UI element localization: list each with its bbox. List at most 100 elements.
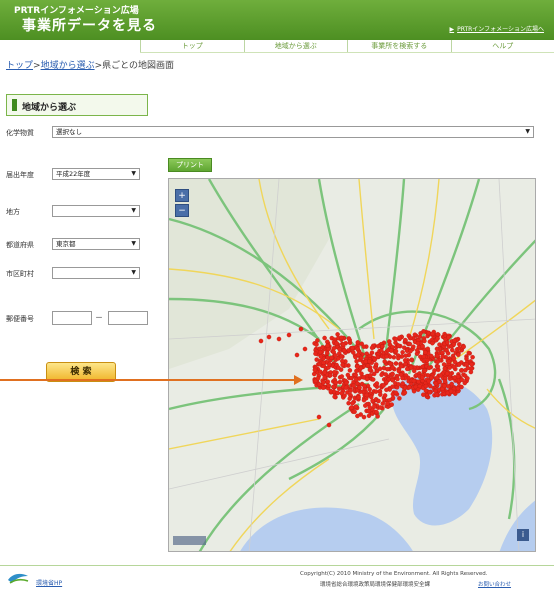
- facility-marker[interactable]: [311, 371, 317, 377]
- ministry-logo-icon[interactable]: [6, 570, 30, 586]
- facility-marker[interactable]: [382, 359, 387, 364]
- facility-marker[interactable]: [315, 376, 321, 381]
- facility-marker[interactable]: [340, 342, 346, 347]
- facility-marker[interactable]: [456, 352, 461, 358]
- facility-marker[interactable]: [415, 340, 421, 346]
- facility-marker[interactable]: [266, 334, 272, 340]
- facility-marker[interactable]: [459, 377, 465, 383]
- facility-marker[interactable]: [384, 379, 389, 385]
- facility-marker[interactable]: [408, 365, 414, 370]
- facility-marker[interactable]: [411, 368, 417, 374]
- facility-marker[interactable]: [351, 383, 356, 388]
- city-select[interactable]: ▼: [52, 267, 140, 279]
- facility-marker[interactable]: [276, 336, 282, 342]
- facility-marker[interactable]: [327, 362, 332, 367]
- facility-marker[interactable]: [433, 381, 439, 386]
- facility-marker[interactable]: [412, 332, 418, 337]
- facility-marker[interactable]: [320, 345, 325, 350]
- contact-link[interactable]: お問い合わせ: [478, 580, 511, 588]
- facility-marker[interactable]: [340, 362, 345, 368]
- facility-marker[interactable]: [375, 414, 380, 419]
- facility-marker[interactable]: [321, 360, 326, 366]
- facility-marker[interactable]: [322, 370, 327, 375]
- facility-marker[interactable]: [359, 355, 364, 361]
- facility-marker[interactable]: [326, 383, 331, 388]
- facility-marker[interactable]: [396, 355, 401, 361]
- facility-marker[interactable]: [373, 389, 379, 394]
- facility-marker[interactable]: [389, 348, 394, 353]
- facility-marker[interactable]: [421, 354, 427, 359]
- facility-marker[interactable]: [369, 350, 375, 355]
- facility-marker[interactable]: [465, 376, 470, 381]
- facility-marker[interactable]: [430, 340, 435, 346]
- facility-marker[interactable]: [415, 387, 421, 392]
- facility-marker[interactable]: [402, 358, 408, 363]
- facility-marker[interactable]: [316, 414, 322, 420]
- facility-marker[interactable]: [366, 408, 372, 414]
- facility-marker[interactable]: [320, 385, 326, 390]
- ministry-homepage-link[interactable]: 環境省HP: [36, 578, 62, 587]
- facility-marker[interactable]: [403, 337, 408, 343]
- facility-marker[interactable]: [356, 395, 361, 400]
- facility-marker[interactable]: [426, 378, 431, 384]
- facility-marker[interactable]: [422, 368, 428, 373]
- facility-marker[interactable]: [367, 367, 373, 373]
- facility-marker[interactable]: [346, 336, 352, 341]
- facility-marker[interactable]: [390, 395, 396, 401]
- facility-marker[interactable]: [337, 346, 342, 352]
- facility-marker[interactable]: [384, 354, 390, 359]
- map-canvas[interactable]: [169, 179, 536, 552]
- facility-marker[interactable]: [407, 385, 412, 390]
- facility-marker[interactable]: [355, 413, 360, 419]
- facility-marker[interactable]: [354, 368, 359, 374]
- facility-marker[interactable]: [355, 346, 360, 352]
- facility-marker[interactable]: [321, 380, 326, 385]
- zoom-in-button[interactable]: +: [175, 189, 189, 202]
- facility-marker[interactable]: [369, 345, 375, 351]
- facility-marker[interactable]: [348, 388, 353, 393]
- facility-marker[interactable]: [342, 393, 347, 398]
- facility-marker[interactable]: [332, 394, 337, 400]
- facility-marker[interactable]: [432, 368, 437, 373]
- facility-marker[interactable]: [361, 375, 366, 380]
- facility-marker[interactable]: [384, 387, 389, 393]
- facility-marker[interactable]: [400, 381, 405, 386]
- facility-marker[interactable]: [357, 385, 362, 390]
- facility-marker[interactable]: [350, 400, 355, 406]
- facility-marker[interactable]: [434, 392, 440, 398]
- facility-marker[interactable]: [416, 379, 421, 385]
- facility-marker[interactable]: [350, 345, 355, 351]
- facility-marker[interactable]: [422, 338, 427, 344]
- facility-marker[interactable]: [435, 364, 441, 369]
- facility-marker[interactable]: [438, 373, 443, 378]
- facility-marker[interactable]: [409, 357, 414, 362]
- facility-marker[interactable]: [340, 358, 345, 364]
- facility-marker[interactable]: [298, 326, 304, 332]
- facility-marker[interactable]: [447, 365, 452, 370]
- facility-marker[interactable]: [367, 405, 373, 410]
- facility-marker[interactable]: [387, 339, 392, 344]
- facility-marker[interactable]: [332, 369, 337, 375]
- facility-marker[interactable]: [420, 375, 425, 380]
- facility-marker[interactable]: [468, 369, 474, 375]
- facility-marker[interactable]: [411, 344, 416, 349]
- facility-marker[interactable]: [379, 348, 384, 353]
- facility-marker[interactable]: [355, 340, 361, 345]
- facility-marker[interactable]: [313, 351, 318, 356]
- facility-marker[interactable]: [400, 350, 405, 355]
- facility-marker[interactable]: [339, 354, 344, 359]
- facility-marker[interactable]: [347, 396, 352, 401]
- facility-marker[interactable]: [427, 390, 433, 395]
- facility-marker[interactable]: [424, 358, 430, 363]
- facility-marker[interactable]: [375, 354, 380, 360]
- facility-marker[interactable]: [314, 357, 319, 362]
- facility-marker[interactable]: [343, 385, 349, 390]
- facility-marker[interactable]: [333, 380, 339, 385]
- facility-marker[interactable]: [368, 394, 374, 400]
- facility-marker[interactable]: [324, 350, 330, 356]
- facility-marker[interactable]: [440, 354, 445, 359]
- facility-marker[interactable]: [370, 377, 376, 382]
- facility-marker[interactable]: [389, 402, 394, 407]
- facility-marker[interactable]: [411, 378, 417, 384]
- facility-marker[interactable]: [331, 345, 337, 351]
